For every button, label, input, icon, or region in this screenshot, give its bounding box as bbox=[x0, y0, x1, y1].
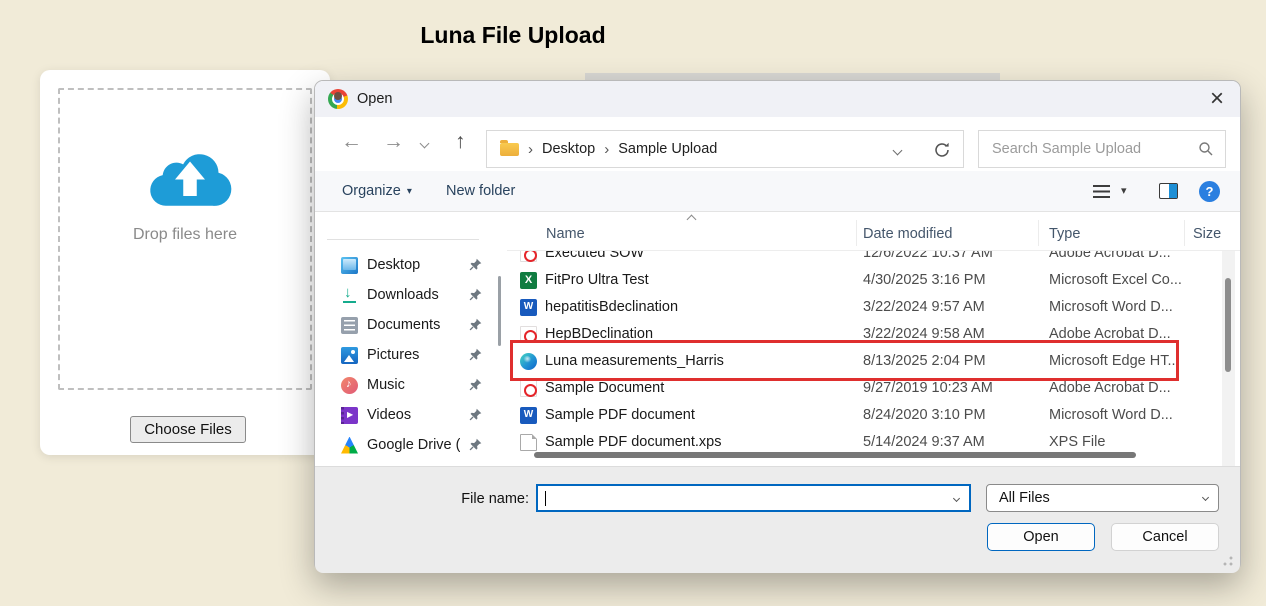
column-header-date-modified[interactable]: Date modified bbox=[863, 212, 952, 256]
new-folder-button[interactable]: New folder bbox=[446, 171, 515, 211]
folder-icon bbox=[500, 143, 519, 156]
pin-icon bbox=[468, 407, 483, 422]
dropzone[interactable]: Drop files here bbox=[58, 88, 312, 390]
sidebar-item-videos[interactable]: Videos bbox=[315, 400, 507, 430]
pdf-icon bbox=[520, 380, 537, 397]
dialog-titlebar: Open × bbox=[315, 81, 1240, 117]
pin-icon bbox=[468, 287, 483, 302]
search-input[interactable] bbox=[992, 132, 1192, 166]
pin-icon bbox=[468, 317, 483, 332]
organize-menu[interactable]: Organize▾ bbox=[342, 171, 412, 212]
close-icon[interactable]: × bbox=[1210, 84, 1224, 114]
column-separator bbox=[1038, 220, 1039, 246]
downloads-icon bbox=[341, 287, 358, 304]
column-header-size[interactable]: Size bbox=[1193, 212, 1221, 256]
search-box bbox=[978, 130, 1226, 168]
resize-grip[interactable] bbox=[1223, 556, 1233, 566]
list-header: Name Date modified Type Size bbox=[507, 212, 1240, 251]
sidebar-item-downloads[interactable]: Downloads bbox=[315, 280, 507, 310]
word-icon bbox=[520, 299, 537, 316]
address-bar[interactable]: › Desktop › Sample Upload bbox=[486, 130, 964, 168]
file-row-fitpro-ultra-test[interactable]: FitPro Ultra Test 4/30/2025 3:16 PM Micr… bbox=[507, 267, 1240, 294]
preview-pane-icon[interactable] bbox=[1159, 183, 1178, 199]
refresh-icon[interactable] bbox=[933, 141, 951, 159]
excel-icon bbox=[520, 272, 537, 289]
chrome-profile-icon bbox=[328, 89, 348, 109]
text-caret bbox=[545, 491, 546, 506]
videos-icon bbox=[341, 407, 358, 424]
help-icon[interactable]: ? bbox=[1199, 181, 1220, 202]
pin-icon bbox=[468, 257, 483, 272]
caret-down-icon: ▾ bbox=[407, 186, 412, 197]
file-name-combo bbox=[536, 484, 971, 512]
column-header-name[interactable]: Name bbox=[546, 212, 585, 256]
page-background: Luna File Upload Drop files here Choose … bbox=[0, 0, 1266, 606]
highlight-annotation bbox=[510, 340, 1179, 381]
file-list: Name Date modified Type Size Executed SO… bbox=[507, 212, 1240, 466]
sidebar-item-google-drive[interactable]: Google Drive ( bbox=[315, 430, 507, 460]
sidebar-divider bbox=[327, 239, 479, 240]
up-icon[interactable]: ↑ bbox=[455, 130, 466, 154]
sidebar-item-desktop[interactable]: Desktop bbox=[315, 250, 507, 280]
cancel-button[interactable]: Cancel bbox=[1111, 523, 1219, 551]
music-icon bbox=[341, 377, 358, 394]
file-row-sample-pdf-document[interactable]: Sample PDF document 8/24/2020 3:10 PM Mi… bbox=[507, 402, 1240, 429]
breadcrumb-sample-upload[interactable]: Sample Upload bbox=[618, 141, 717, 157]
sort-ascending-icon bbox=[687, 215, 697, 225]
pin-icon bbox=[468, 437, 483, 452]
recent-locations-chevron-icon[interactable] bbox=[420, 139, 430, 149]
sidebar-scrollbar[interactable] bbox=[498, 276, 501, 346]
sidebar-item-documents[interactable]: Documents bbox=[315, 310, 507, 340]
list-view-icon[interactable] bbox=[1093, 185, 1110, 198]
open-button[interactable]: Open bbox=[987, 523, 1095, 551]
page-title: Luna File Upload bbox=[0, 22, 1026, 49]
horizontal-scrollbar[interactable] bbox=[534, 452, 1136, 458]
breadcrumb-desktop[interactable]: Desktop bbox=[542, 141, 595, 157]
dialog-navbar: ← → ↑ › Desktop › Sample Upload bbox=[315, 117, 1240, 171]
dialog-toolbar: Organize▾ New folder ▾ ? bbox=[315, 171, 1240, 212]
file-type-value: All Files bbox=[999, 485, 1050, 511]
column-separator bbox=[856, 220, 857, 246]
word-icon bbox=[520, 407, 537, 424]
upload-card: Drop files here Choose Files bbox=[40, 70, 330, 455]
back-icon[interactable]: ← bbox=[341, 130, 362, 154]
address-chevron-down-icon[interactable] bbox=[893, 146, 903, 156]
view-caret-down-icon[interactable]: ▾ bbox=[1121, 184, 1127, 197]
dropzone-label: Drop files here bbox=[60, 226, 310, 244]
desktop-icon bbox=[341, 257, 358, 274]
documents-icon bbox=[341, 317, 358, 334]
pin-icon bbox=[468, 347, 483, 362]
file-type-chevron-down-icon bbox=[1202, 494, 1209, 501]
gdrive-icon bbox=[341, 437, 358, 454]
file-name-chevron-down-icon[interactable] bbox=[953, 495, 960, 502]
sidebar-item-pictures[interactable]: Pictures bbox=[315, 340, 507, 370]
file-name-label: File name: bbox=[415, 491, 529, 507]
file-row-hepatitisbdeclination[interactable]: hepatitisBdeclination 3/22/2024 9:57 AM … bbox=[507, 294, 1240, 321]
choose-files-button[interactable]: Choose Files bbox=[130, 416, 246, 443]
file-type-select[interactable]: All Files bbox=[986, 484, 1219, 512]
sidebar-item-music[interactable]: Music bbox=[315, 370, 507, 400]
breadcrumb-separator: › bbox=[528, 141, 533, 158]
column-separator bbox=[1184, 220, 1185, 246]
dialog-title: Open bbox=[357, 81, 392, 117]
open-dialog: Open × ← → ↑ › Desktop › Sample Upload bbox=[314, 80, 1241, 572]
pictures-icon bbox=[341, 347, 358, 364]
breadcrumb-separator: › bbox=[604, 141, 609, 158]
pin-icon bbox=[468, 377, 483, 392]
column-header-type[interactable]: Type bbox=[1049, 212, 1080, 256]
dialog-content: Desktop Downloads Documents bbox=[315, 212, 1240, 466]
file-name-input[interactable] bbox=[544, 487, 934, 509]
forward-icon[interactable]: → bbox=[383, 130, 404, 154]
sidebar: Desktop Downloads Documents bbox=[315, 212, 507, 466]
cloud-upload-icon bbox=[142, 140, 238, 216]
search-icon bbox=[1198, 141, 1214, 157]
dialog-footer: File name: All Files Open Cancel bbox=[315, 466, 1240, 573]
xps-icon bbox=[520, 434, 537, 451]
